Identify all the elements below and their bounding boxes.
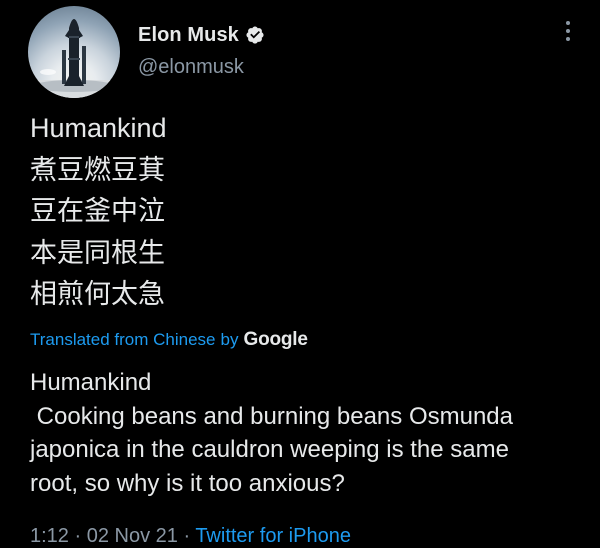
translated-from-link[interactable]: Translated from Chinese: [30, 330, 216, 350]
tweet-line: 煮豆燃豆萁: [30, 154, 165, 186]
translation-line: japonica in the cauldron weeping is the …: [30, 436, 509, 463]
translated-by-label: by: [220, 330, 239, 349]
translation-line: root, so why is it too anxious?: [30, 469, 345, 497]
tweet-line: 豆在釜中泣: [30, 196, 165, 227]
meta-separator: ·: [177, 525, 196, 547]
tweet-meta: 1:12 · 02 Nov 21 · Twitter for iPhone: [30, 525, 351, 548]
author-display-name[interactable]: Elon Musk: [138, 24, 239, 47]
more-options-icon[interactable]: [560, 18, 576, 46]
tweet-card: Elon Musk @elonmusk Humankind 煮豆燃豆萁 豆在釜中…: [0, 0, 600, 548]
tweet-date[interactable]: 02 Nov 21: [87, 525, 178, 547]
tweet-line: Humankind: [30, 113, 167, 143]
translation-line: Cooking beans and burning beans Osmunda: [30, 402, 513, 430]
meta-separator: ·: [68, 525, 87, 547]
translation-line: Humankind: [30, 369, 152, 396]
tweet-line: 相煎何太急: [30, 279, 165, 310]
verified-badge-icon: [246, 26, 264, 44]
author-name-row[interactable]: Elon Musk: [138, 22, 265, 48]
starship-rocket-avatar-icon: [28, 19, 120, 98]
google-logo: Google: [243, 329, 308, 350]
tweet-original-text: Humankind 煮豆燃豆萁 豆在釜中泣 本是同根生 相煎何太急: [30, 108, 167, 316]
tweet-time[interactable]: 1:12: [30, 525, 69, 547]
translation-attribution: Translated from Chinese by Google: [30, 327, 308, 353]
author-handle[interactable]: @elonmusk: [138, 56, 244, 79]
tweet-line: 本是同根生: [30, 237, 165, 269]
avatar[interactable]: [28, 6, 120, 98]
tweet-source-link[interactable]: Twitter for iPhone: [195, 525, 351, 547]
tweet-translation-text: Humankind Cooking beans and burning bean…: [30, 366, 590, 500]
